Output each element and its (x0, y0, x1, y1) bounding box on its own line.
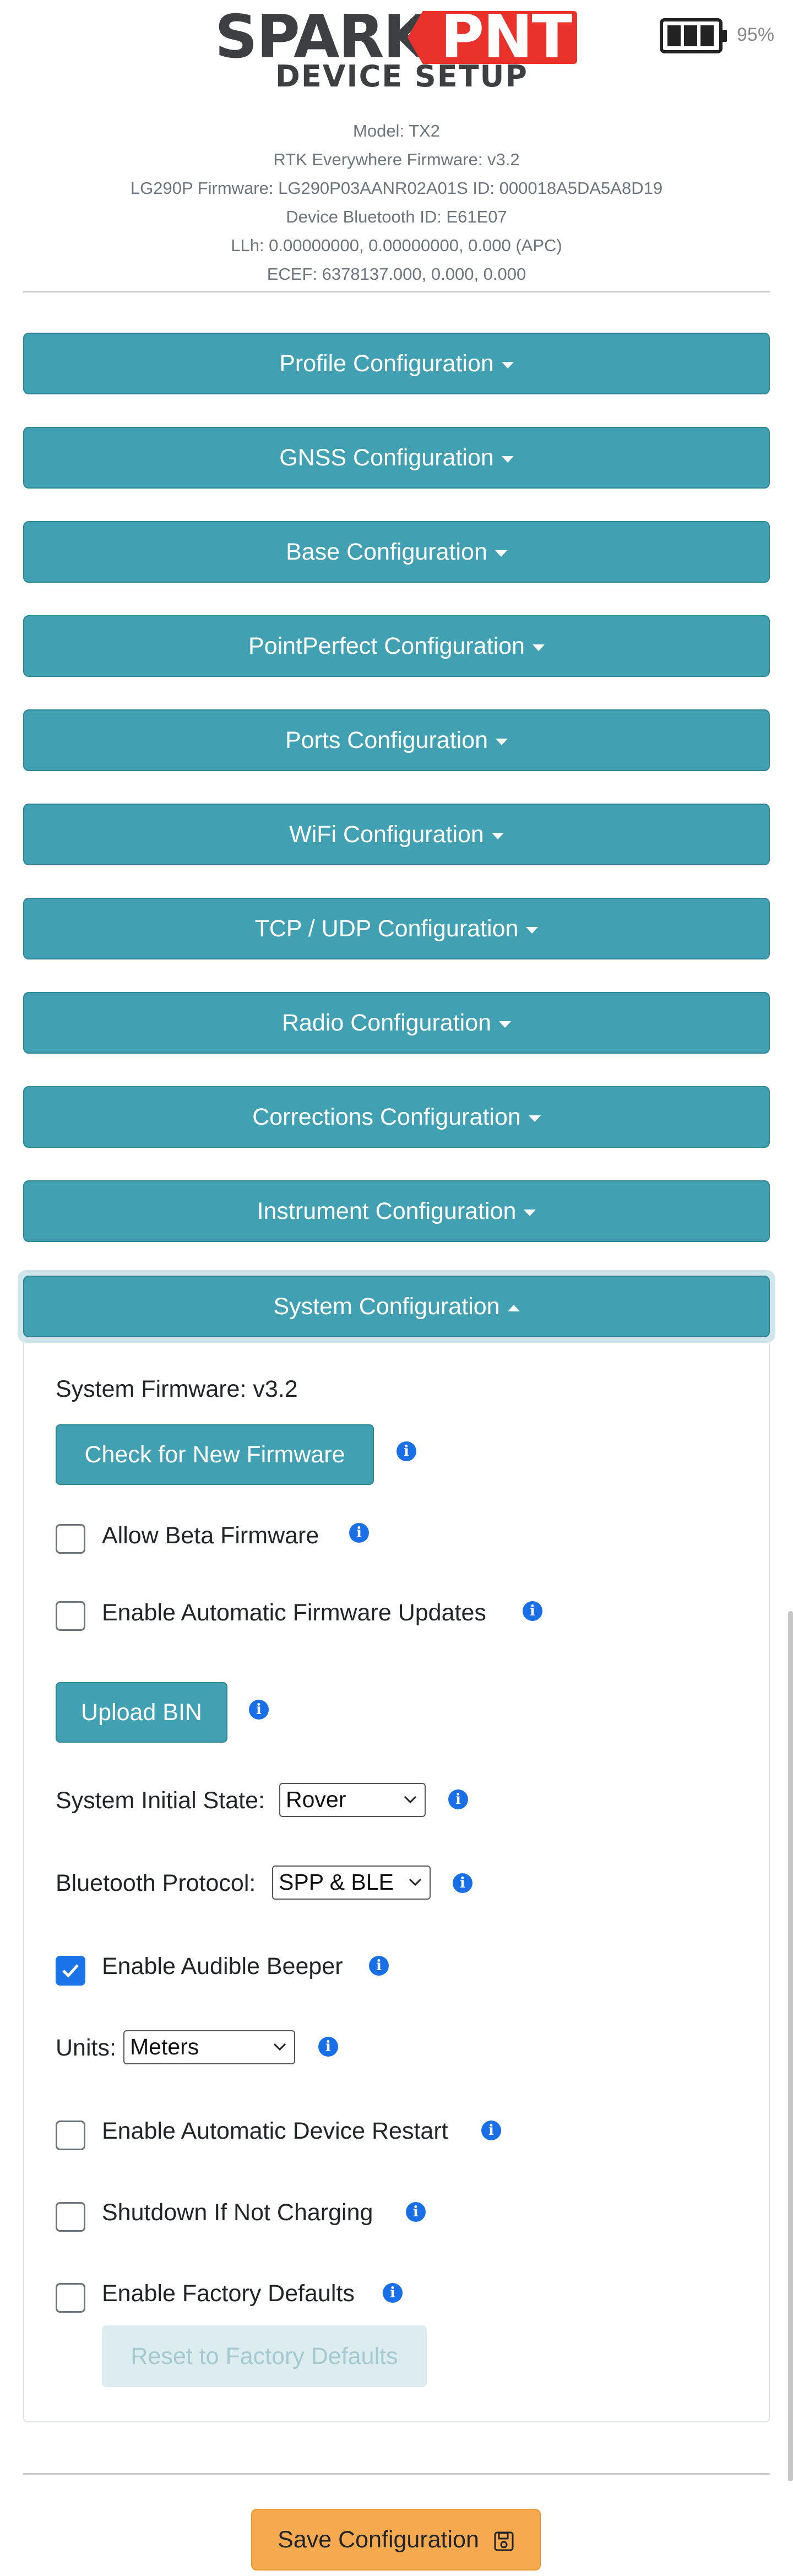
instrument-configuration-button[interactable]: Instrument Configuration (23, 1180, 770, 1242)
factory-defaults-label: Enable Factory Defaults (102, 2280, 355, 2307)
units-label: Units: (56, 2035, 116, 2061)
bt-protocol-value: SPP & BLE (279, 1869, 394, 1895)
caret-down-icon (524, 1209, 536, 1216)
divider (23, 2473, 770, 2475)
info-icon[interactable]: i (318, 2037, 338, 2057)
shutdown-checkbox[interactable] (56, 2202, 85, 2232)
allow-beta-checkbox[interactable] (56, 1524, 85, 1554)
upload-bin-button[interactable]: Upload BIN (56, 1682, 227, 1743)
units-value: Meters (130, 2034, 199, 2059)
wifi-configuration-button[interactable]: WiFi Configuration (23, 804, 770, 865)
profile-configuration-button[interactable]: Profile Configuration (23, 333, 770, 394)
caret-down-icon (528, 1115, 541, 1122)
initial-state-value: Rover (286, 1787, 346, 1812)
caret-down-icon (501, 455, 514, 463)
caret-up-icon (507, 1304, 520, 1311)
floppy-disk-icon (494, 2531, 514, 2551)
save-configuration-button[interactable]: Save Configuration (251, 2509, 541, 2570)
caret-down-icon (496, 738, 508, 745)
corrections-configuration-button[interactable]: Corrections Configuration (23, 1086, 770, 1148)
initial-state-label: System Initial State: (56, 1787, 265, 1814)
gnss-firmware-text: LG290P Firmware: LG290P03AANR02A01S ID: … (130, 178, 663, 198)
divider (23, 291, 770, 292)
chevron-down-icon (404, 1796, 417, 1804)
caret-down-icon (526, 926, 539, 934)
beeper-checkbox[interactable] (56, 1956, 85, 1986)
radio-configuration-button[interactable]: Radio Configuration (23, 992, 770, 1054)
info-icon[interactable]: i (397, 1441, 416, 1461)
info-icon[interactable]: i (448, 1789, 468, 1809)
llh-text: LLh: 0.00000000, 0.00000000, 0.000 (APC) (231, 236, 562, 255)
caret-down-icon (491, 832, 504, 839)
checkmark-icon (62, 1964, 79, 1978)
ecef-text: ECEF: 6378137.000, 0.000, 0.000 (267, 264, 526, 284)
caret-down-icon (532, 644, 545, 651)
chevron-down-icon (273, 2043, 286, 2051)
save-button-label: Save Configuration (278, 2526, 479, 2553)
bt-protocol-label: Bluetooth Protocol: (56, 1870, 256, 1896)
info-icon[interactable]: i (481, 2121, 501, 2140)
info-icon[interactable]: i (349, 1523, 369, 1543)
units-select[interactable]: Meters (123, 2030, 295, 2064)
caret-down-icon (495, 550, 507, 557)
device-info: Model: TX2 RTK Everywhere Firmware: v3.2… (0, 117, 793, 289)
caret-down-icon (499, 1021, 512, 1028)
info-icon[interactable]: i (249, 1700, 269, 1720)
firmware-text: RTK Everywhere Firmware: v3.2 (273, 150, 520, 169)
battery-icon (660, 18, 727, 53)
info-icon[interactable]: i (383, 2283, 403, 2303)
logo-subtitle: DEVICE SETUP (275, 59, 528, 94)
chevron-down-icon (409, 1878, 422, 1886)
initial-state-select[interactable]: Rover (279, 1783, 426, 1817)
system-configuration-button[interactable]: System Configuration (23, 1276, 770, 1337)
check-firmware-button[interactable]: Check for New Firmware (56, 1424, 374, 1485)
ports-configuration-button[interactable]: Ports Configuration (23, 709, 770, 771)
bluetooth-id-text: Device Bluetooth ID: E61E07 (286, 207, 507, 226)
bt-protocol-select[interactable]: SPP & BLE (272, 1865, 431, 1900)
allow-beta-label: Allow Beta Firmware (102, 1522, 319, 1549)
reset-factory-defaults-button[interactable]: Reset to Factory Defaults (102, 2325, 427, 2387)
auto-restart-label: Enable Automatic Device Restart (102, 2118, 448, 2144)
system-firmware-label: System Firmware: v3.2 (56, 1376, 298, 1402)
tcp-udp-configuration-button[interactable]: TCP / UDP Configuration (23, 898, 770, 959)
info-icon[interactable]: i (523, 1601, 542, 1621)
scrollbar[interactable] (788, 1611, 793, 2481)
gnss-configuration-button[interactable]: GNSS Configuration (23, 427, 770, 489)
battery-percent: 95% (737, 24, 775, 45)
beeper-label: Enable Audible Beeper (102, 1953, 343, 1980)
info-icon[interactable]: i (453, 1873, 472, 1893)
info-icon[interactable]: i (406, 2202, 426, 2222)
shutdown-label: Shutdown If Not Charging (102, 2199, 373, 2226)
pointperfect-configuration-button[interactable]: PointPerfect Configuration (23, 615, 770, 677)
factory-defaults-checkbox[interactable] (56, 2283, 85, 2313)
auto-updates-label: Enable Automatic Firmware Updates (102, 1599, 486, 1626)
model-text: Model: TX2 (353, 121, 440, 140)
info-icon[interactable]: i (369, 1956, 389, 1976)
caret-down-icon (501, 361, 514, 368)
base-configuration-button[interactable]: Base Configuration (23, 521, 770, 583)
auto-updates-checkbox[interactable] (56, 1601, 85, 1631)
auto-restart-checkbox[interactable] (56, 2121, 85, 2150)
header: SPARK PNT DEVICE SETUP 95% (0, 0, 793, 110)
